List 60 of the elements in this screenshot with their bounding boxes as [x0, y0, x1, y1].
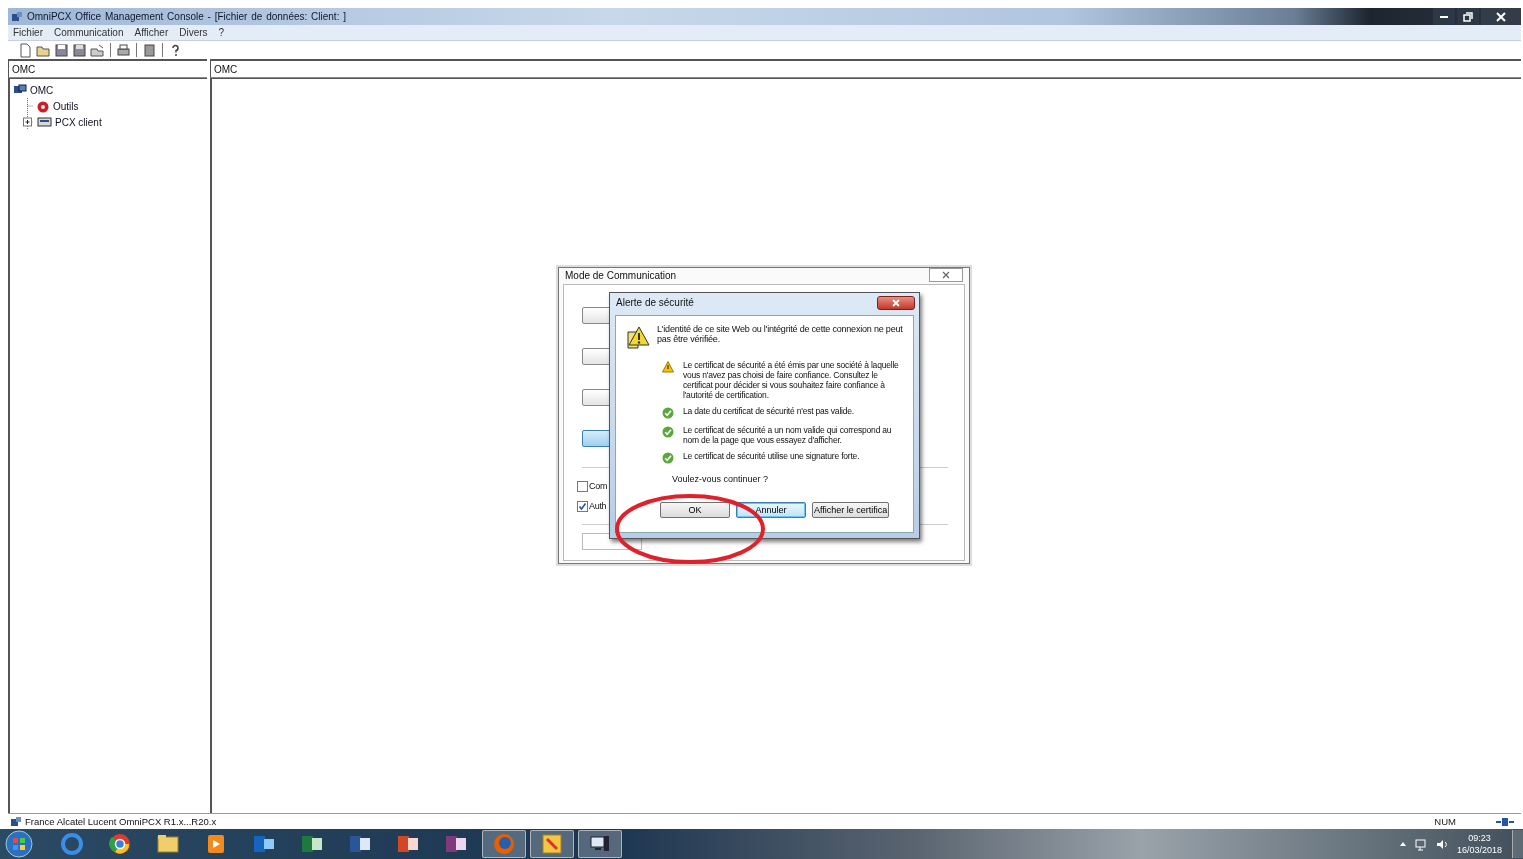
save-as-icon[interactable] [72, 42, 87, 58]
paint-app-icon[interactable] [539, 831, 565, 857]
show-hidden-icons-icon[interactable] [1398, 840, 1407, 848]
tools-icon [36, 99, 50, 113]
menu-item[interactable]: Afficher [134, 27, 169, 38]
save-icon[interactable] [54, 42, 69, 58]
question-text: Voulez-vous continuer ? [672, 474, 770, 484]
alert-item-text: Le certificat de sécurité a été émis par une société à laquelle vous n'avez pas choisi de faire confiance. Consultez le certificat pour décider si vous souhaitez faire confiance à l'autorité de certification. [683, 360, 900, 400]
new-file-icon[interactable] [18, 42, 33, 58]
warning-icon [662, 361, 674, 373]
alert-title: Alerte de sécurité [616, 297, 694, 308]
dialog-button[interactable]: Annuler [736, 502, 806, 518]
expand-icon[interactable] [23, 114, 33, 130]
export-icon[interactable] [90, 42, 105, 58]
dialog-button[interactable]: OK [660, 502, 730, 518]
tree-item[interactable]: Outils [53, 100, 79, 112]
checkbox-label: Com [589, 481, 608, 491]
clock-time[interactable]: 09:23 [1468, 832, 1491, 844]
status-text: France Alcatel Lucent OmniPCX R1.x...R20.x [25, 816, 217, 827]
restore-button[interactable] [1457, 8, 1479, 25]
connection-icon [1495, 815, 1515, 828]
network-icon[interactable] [1414, 837, 1428, 851]
alert-item-text: La date du certificat de sécurité n'est pas valide. [683, 406, 854, 416]
menu-item[interactable]: ? [218, 27, 225, 38]
app-icon [10, 815, 22, 828]
window-title: OmniPCX Office Management Console - [Fichier de données: Client: ] [27, 11, 346, 22]
checkbox[interactable] [577, 480, 588, 492]
printer-icon[interactable] [116, 42, 131, 58]
minimize-icon [1440, 15, 1448, 18]
alert-item-text: Le certificat de sécurité a un nom valide qui correspond au nom de la page que vous essayez d'afficher. [683, 425, 893, 445]
check-icon [662, 452, 674, 464]
security-warning-icon [624, 324, 650, 350]
checkbox[interactable] [577, 500, 588, 512]
dialog-title: Mode de Communication [565, 269, 677, 281]
server-icon [36, 116, 52, 128]
check-icon [662, 407, 674, 419]
menu-item[interactable]: Divers [179, 27, 208, 38]
tree-item[interactable]: OMC [30, 84, 54, 96]
tree-item[interactable]: PCX client [55, 116, 102, 128]
close-button[interactable] [877, 295, 915, 310]
keyboard-indicator: NUM [1434, 816, 1456, 827]
alert-message: L'identité de ce site Web ou l'intégrité de cette connexion ne peut pas être vérifiée. [657, 324, 904, 344]
document-icon[interactable] [142, 42, 157, 58]
close-button[interactable] [929, 268, 963, 282]
close-button[interactable] [1481, 8, 1521, 25]
menu-item[interactable]: Fichier [13, 27, 43, 38]
checkbox-label: Auth [589, 501, 607, 511]
restore-icon [1463, 11, 1473, 22]
close-icon [892, 298, 900, 307]
clock-date[interactable]: 16/03/2018 [1456, 844, 1502, 856]
alert-item-text: Le certificat de sécurité utilise une signature forte. [683, 451, 860, 461]
start-button[interactable] [4, 829, 34, 859]
computer-icon [13, 84, 27, 96]
menu-item[interactable]: Communication [54, 27, 124, 38]
close-icon [942, 271, 950, 279]
app-icon [11, 10, 23, 23]
dialog-button[interactable]: Afficher le certifica [812, 502, 890, 518]
check-icon [662, 426, 674, 438]
close-icon [1496, 11, 1506, 22]
minimize-button[interactable] [1433, 8, 1455, 25]
